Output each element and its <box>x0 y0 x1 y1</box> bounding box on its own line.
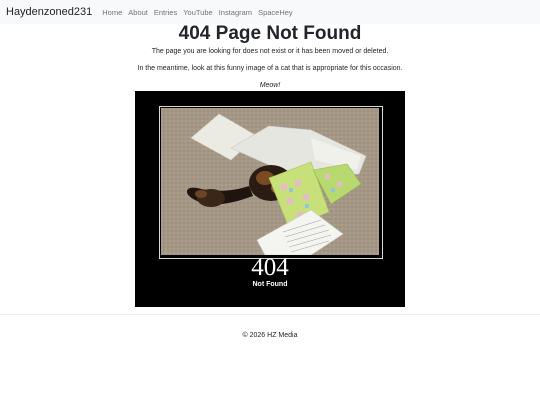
nav-link-about[interactable]: About <box>128 8 148 17</box>
top-navbar: Haydenzoned231 Home About Entries YouTub… <box>0 0 540 24</box>
nav-link-spacehey[interactable]: SpaceHey <box>258 8 293 17</box>
page-title: 404 Page Not Found <box>178 23 362 44</box>
nav-link-youtube[interactable]: YouTube <box>183 8 212 17</box>
meantime-message: In the meantime, look at this funny imag… <box>137 65 403 72</box>
photo-frame <box>159 106 383 259</box>
not-found-message: The page you are looking for does not ex… <box>151 48 389 55</box>
image-caption: Meow! <box>259 82 281 89</box>
nav-link-instagram[interactable]: Instagram <box>219 8 252 17</box>
nav-link-home[interactable]: Home <box>102 8 122 17</box>
brand-link[interactable]: Haydenzoned231 <box>6 6 92 18</box>
cat-poster-image: 404 Not Found <box>135 91 405 307</box>
footer-copyright: © 2026 HZ Media <box>242 332 298 339</box>
poster-title: 404 <box>251 254 289 281</box>
cat-photo <box>161 108 379 255</box>
nav-link-entries[interactable]: Entries <box>154 8 177 17</box>
poster-subtitle: Not Found <box>252 281 288 288</box>
nav-links: Home About Entries YouTube Instagram Spa… <box>102 8 298 17</box>
footer-divider <box>0 314 540 315</box>
